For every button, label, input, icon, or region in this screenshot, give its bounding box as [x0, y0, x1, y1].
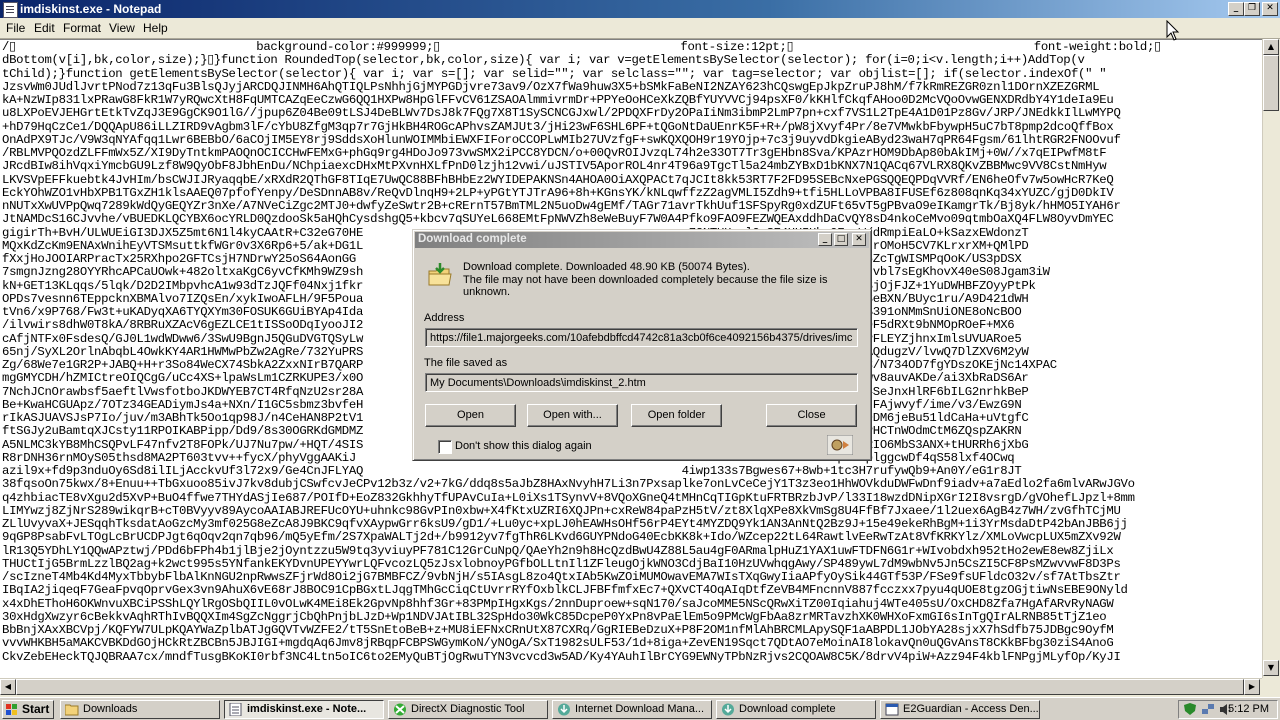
dialog-message: Download complete. Downloaded 48.90 KB (…: [463, 261, 863, 299]
dialog-title-bar[interactable]: Download complete _ □ ✕: [415, 232, 869, 248]
horizontal-scrollbar[interactable]: ◀ ▶: [0, 678, 1262, 697]
saved-as-label: The file saved as: [424, 357, 508, 369]
vertical-scrollbar[interactable]: ▲ ▼: [1262, 39, 1280, 678]
scroll-up-icon[interactable]: ▲: [1263, 39, 1279, 55]
taskbar-item-label: Downloads: [83, 703, 138, 715]
taskbar-item-label: DirectX Diagnostic Tool: [411, 703, 525, 715]
menu-help[interactable]: Help: [143, 21, 168, 35]
dont-show-label: Don't show this dialog again: [455, 440, 592, 452]
menu-format[interactable]: Format: [63, 21, 101, 35]
message-line-1: Download complete. Downloaded 48.90 KB (…: [463, 261, 750, 273]
taskbar-item-downloads[interactable]: Downloads: [60, 700, 220, 719]
dialog-title: Download complete: [418, 233, 527, 245]
open-with-button[interactable]: Open with...: [527, 404, 618, 427]
message-line-3: unknown.: [463, 286, 511, 298]
browser-icon: [885, 703, 899, 716]
dont-show-checkbox[interactable]: [438, 440, 452, 454]
address-field[interactable]: https://file1.majorgeeks.com/10afebdbffc…: [425, 328, 858, 347]
taskbar-item-label: imdiskinst.exe - Note...: [247, 703, 367, 715]
taskbar: Start Downloads imdiskinst.exe - Note...…: [0, 697, 1280, 720]
menu-bar: File Edit Format View Help: [0, 18, 1280, 39]
message-line-2: The file may not have been downloaded co…: [463, 273, 828, 286]
saved-as-field[interactable]: My Documents\Downloads\imdiskinst_2.htm: [425, 373, 858, 392]
window-title: imdiskinst.exe - Notepad: [20, 2, 162, 16]
network-icon[interactable]: [1201, 703, 1215, 716]
directx-icon: [394, 703, 406, 716]
restore-button[interactable]: ❐: [1244, 2, 1260, 16]
open-button[interactable]: Open: [425, 404, 516, 427]
taskbar-item-directx[interactable]: DirectX Diagnostic Tool: [388, 700, 548, 719]
start-button[interactable]: Start: [2, 700, 54, 719]
menu-file[interactable]: File: [6, 21, 25, 35]
system-tray: 5:12 PM: [1178, 700, 1278, 719]
idm-icon: [722, 703, 734, 716]
close-button[interactable]: ✕: [1262, 2, 1278, 16]
scroll-right-icon[interactable]: ▶: [1244, 679, 1260, 695]
notepad-icon[interactable]: [3, 2, 18, 18]
menu-edit[interactable]: Edit: [34, 21, 55, 35]
download-complete-dialog: Download complete _ □ ✕ Download complet…: [412, 229, 872, 461]
horizontal-scroll-thumb[interactable]: [16, 679, 1244, 695]
shield-icon[interactable]: [1183, 703, 1197, 716]
taskbar-item-label: Internet Download Mana...: [575, 703, 705, 715]
notepad-icon: [229, 703, 242, 716]
download-folder-icon: [428, 263, 452, 286]
vertical-scroll-thumb[interactable]: [1263, 55, 1279, 111]
open-folder-button[interactable]: Open folder: [631, 404, 722, 427]
dialog-maximize-button[interactable]: □: [834, 233, 848, 246]
taskbar-item-label: E2Guardian - Access Den...: [903, 703, 1039, 715]
idm-animation-icon: [827, 435, 853, 455]
taskbar-item-label: Download complete: [739, 703, 836, 715]
windows-logo-icon: [6, 704, 17, 715]
address-label: Address: [424, 312, 465, 324]
folder-icon: [65, 704, 79, 716]
idm-icon: [558, 703, 570, 716]
taskbar-item-notepad[interactable]: imdiskinst.exe - Note...: [224, 700, 384, 719]
dialog-close-button[interactable]: ✕: [852, 233, 866, 246]
minimize-button[interactable]: _: [1228, 2, 1244, 16]
taskbar-item-e2guardian[interactable]: E2Guardian - Access Den...: [880, 700, 1040, 719]
notepad-title-bar[interactable]: imdiskinst.exe - Notepad _ ❐ ✕: [0, 0, 1280, 18]
scroll-left-icon[interactable]: ◀: [0, 679, 16, 695]
clock[interactable]: 5:12 PM: [1228, 703, 1269, 715]
scroll-down-icon[interactable]: ▼: [1263, 660, 1279, 676]
taskbar-item-download-complete[interactable]: Download complete: [716, 700, 876, 719]
menu-view[interactable]: View: [109, 21, 135, 35]
close-dialog-button[interactable]: Close: [766, 404, 857, 427]
mouse-cursor-icon: [1166, 20, 1180, 41]
taskbar-item-idm[interactable]: Internet Download Mana...: [552, 700, 712, 719]
start-label: Start: [22, 702, 50, 716]
dialog-minimize-button[interactable]: _: [818, 233, 832, 246]
size-grip[interactable]: [1262, 678, 1280, 696]
